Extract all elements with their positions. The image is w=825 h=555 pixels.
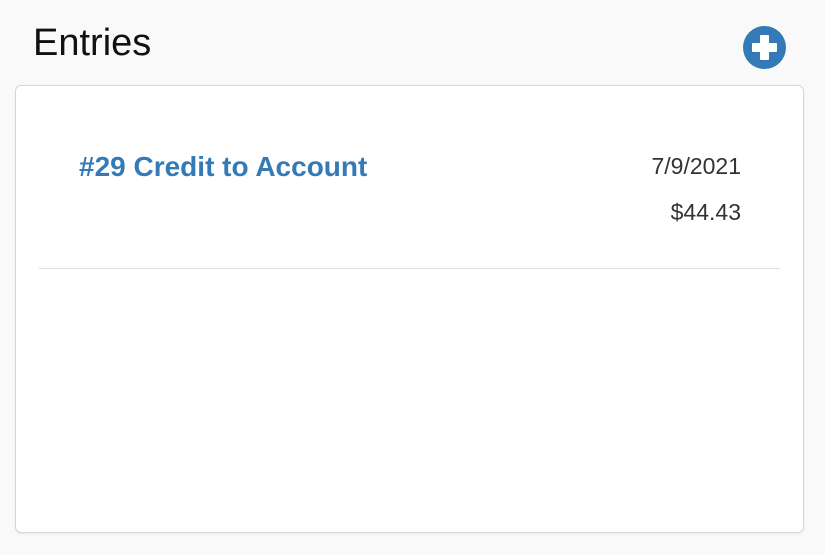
entries-page: Entries #29 Credit to Account 7/9/2021 $… <box>0 0 825 555</box>
entry-amount: $44.43 <box>670 199 741 225</box>
entry-date: 7/9/2021 <box>651 153 741 179</box>
list-item: #29 Credit to Account 7/9/2021 $44.43 <box>39 86 780 269</box>
add-entry-button[interactable] <box>743 26 786 69</box>
entries-panel: #29 Credit to Account 7/9/2021 $44.43 <box>15 85 804 533</box>
page-title: Entries <box>33 22 152 64</box>
entry-title-link[interactable]: #29 Credit to Account <box>79 150 367 184</box>
